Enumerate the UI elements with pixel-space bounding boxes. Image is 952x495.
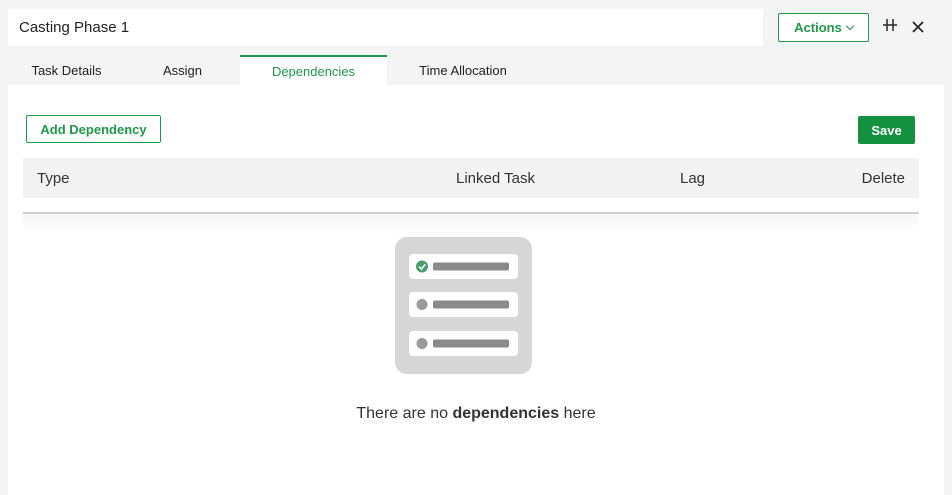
split-view-icon[interactable]	[882, 17, 898, 33]
table-body-empty	[23, 214, 919, 234]
close-icon[interactable]	[911, 20, 925, 34]
task-title: Casting Phase 1	[19, 19, 130, 36]
task-title-field[interactable]: Casting Phase 1	[8, 9, 763, 46]
tab-bar: Task Details Assign Dependencies Time Al…	[8, 55, 539, 85]
column-header-type: Type	[37, 170, 70, 187]
empty-state-suffix: here	[559, 405, 596, 422]
tab-assign[interactable]: Assign	[125, 55, 240, 85]
actions-button[interactable]: Actions	[778, 13, 869, 42]
tab-time-allocation[interactable]: Time Allocation	[387, 55, 539, 85]
add-dependency-button[interactable]: Add Dependency	[26, 115, 161, 143]
column-header-linked-task: Linked Task	[456, 170, 535, 187]
tab-dependencies[interactable]: Dependencies	[240, 55, 387, 85]
actions-label: Actions	[794, 20, 842, 35]
dependencies-panel: Add Dependency Save Type Linked Task Lag…	[8, 85, 944, 495]
save-button[interactable]: Save	[858, 116, 915, 144]
chevron-down-icon	[845, 21, 855, 31]
column-header-lag: Lag	[680, 170, 706, 187]
empty-state-prefix: There are no	[356, 405, 453, 422]
empty-state-message: There are no dependencies here	[8, 405, 944, 423]
empty-list-illustration	[395, 237, 532, 374]
table-header: Type Linked Task Lag Delete	[23, 158, 919, 198]
column-header-delete: Delete	[861, 170, 905, 187]
tab-task-details[interactable]: Task Details	[8, 55, 125, 85]
empty-state-bold: dependencies	[452, 405, 560, 422]
